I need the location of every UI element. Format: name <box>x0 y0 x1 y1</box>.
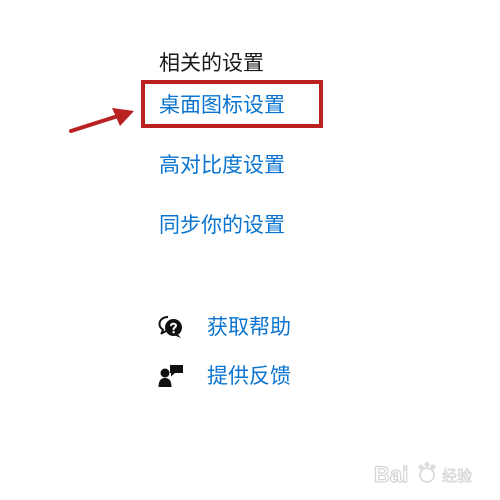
get-help-label[interactable]: 获取帮助 <box>207 313 291 341</box>
related-settings-heading: 相关的设置 <box>159 51 264 75</box>
help-chat-icon <box>158 316 182 338</box>
give-feedback-label[interactable]: 提供反馈 <box>207 362 291 390</box>
give-feedback-row[interactable]: 提供反馈 <box>158 362 291 390</box>
svg-text:Bai: Bai <box>374 462 408 487</box>
highlight-box <box>141 80 323 128</box>
annotation-arrow-icon <box>69 108 134 133</box>
get-help-row[interactable]: 获取帮助 <box>158 313 291 341</box>
sync-settings-link[interactable]: 同步你的设置 <box>159 211 285 239</box>
feedback-person-icon <box>158 365 183 387</box>
high-contrast-settings-link[interactable]: 高对比度设置 <box>159 151 285 179</box>
baidu-jingyan-watermark-logo: Bai 经验 <box>373 461 472 487</box>
svg-text:经验: 经验 <box>442 467 472 485</box>
